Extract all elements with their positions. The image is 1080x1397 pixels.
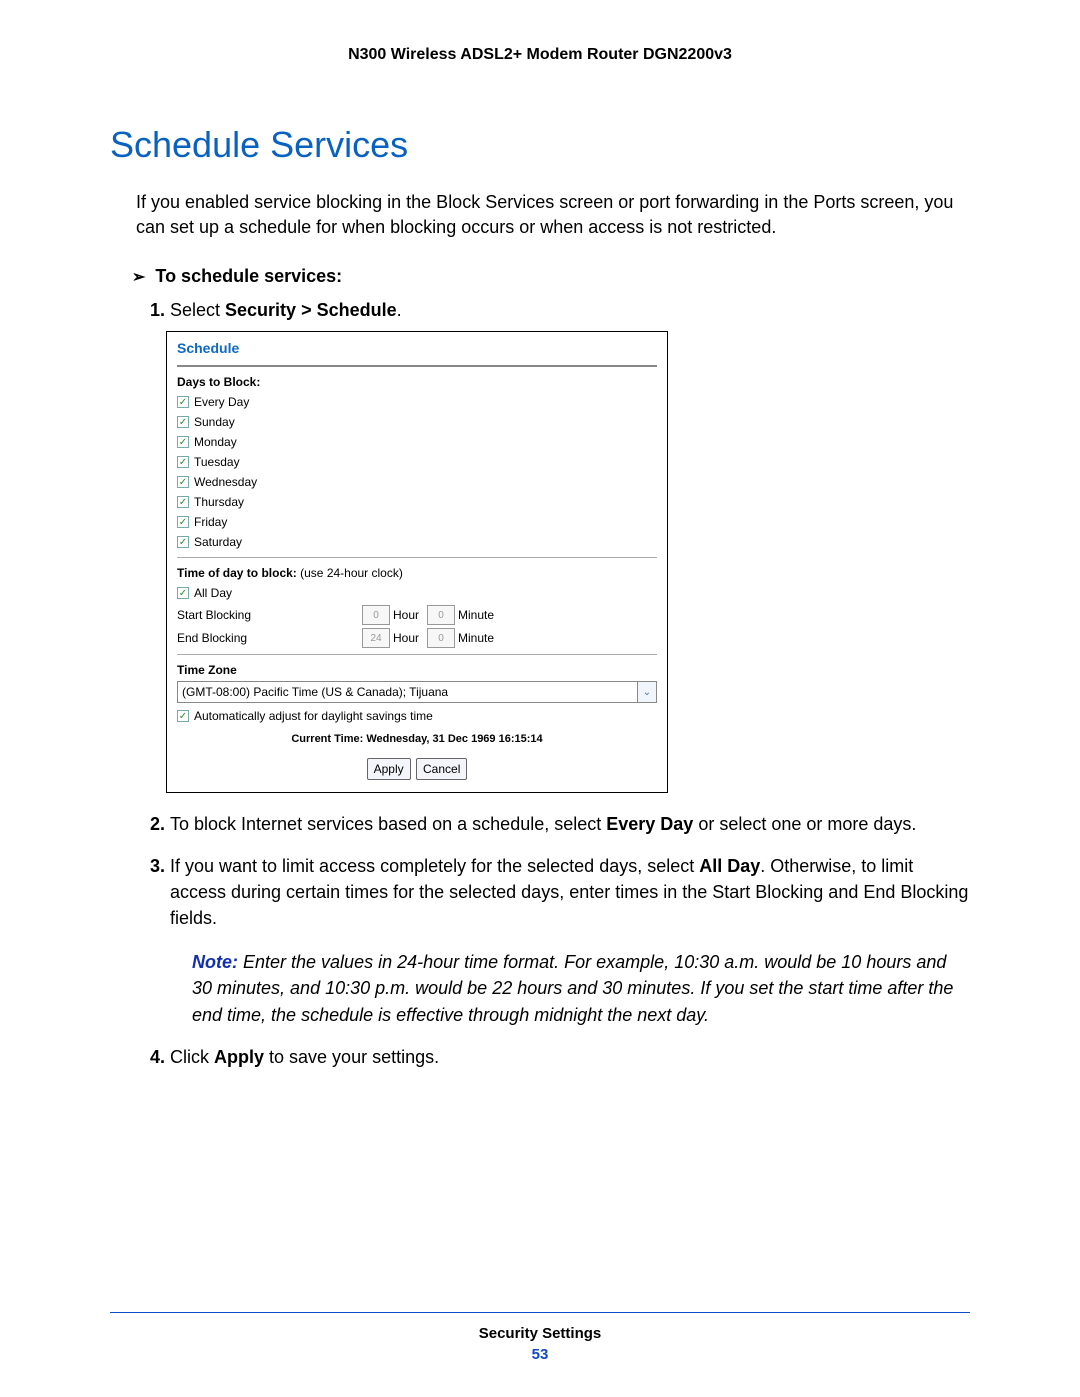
step-1-post: . — [397, 300, 402, 320]
checkbox-icon: ✓ — [177, 436, 189, 448]
step-3-bold: All Day — [699, 856, 760, 876]
chk-label: Wednesday — [194, 473, 257, 491]
apply-button[interactable]: Apply — [367, 758, 411, 780]
footer-page-number: 53 — [0, 1346, 1080, 1363]
chevron-down-icon: ⌄ — [637, 682, 656, 702]
checkbox-icon: ✓ — [177, 587, 189, 599]
start-blocking-label: Start Blocking — [177, 606, 362, 624]
chk-label: Sunday — [194, 413, 235, 431]
button-row: Apply Cancel — [177, 758, 657, 780]
divider — [177, 654, 657, 655]
chk-label: All Day — [194, 584, 232, 602]
checkbox-icon: ✓ — [177, 536, 189, 548]
step-1-pre: Select — [170, 300, 225, 320]
chk-saturday[interactable]: ✓ Saturday — [177, 533, 657, 551]
section-heading: Schedule Services — [110, 124, 970, 166]
step-1-bold: Security > Schedule — [225, 300, 397, 320]
time-zone-select[interactable]: (GMT-08:00) Pacific Time (US & Canada); … — [177, 681, 657, 703]
checkbox-icon: ✓ — [177, 476, 189, 488]
end-blocking-row: End Blocking Hour Minute — [177, 628, 657, 648]
divider — [177, 557, 657, 558]
chk-every-day[interactable]: ✓ Every Day — [177, 393, 657, 411]
checkbox-icon: ✓ — [177, 416, 189, 428]
min-unit: Minute — [458, 629, 494, 647]
time-of-day-label: Time of day to block: (use 24-hour clock… — [177, 564, 657, 582]
chk-tuesday[interactable]: ✓ Tuesday — [177, 453, 657, 471]
task-label: To schedule services: — [155, 266, 342, 287]
start-hour-input[interactable] — [362, 605, 390, 625]
note-label: Note: — [192, 952, 243, 972]
start-blocking-row: Start Blocking Hour Minute — [177, 605, 657, 625]
intro-paragraph: If you enabled service blocking in the B… — [136, 190, 970, 240]
time-label-bold: Time of day to block: — [177, 566, 300, 580]
hour-unit: Hour — [393, 629, 419, 647]
arrow-icon: ➢ — [132, 267, 145, 287]
chk-all-day[interactable]: ✓ All Day — [177, 584, 657, 602]
note-block: Note: Enter the values in 24-hour time f… — [192, 949, 970, 1027]
step-1: Select Security > Schedule. Schedule Day… — [170, 297, 970, 793]
time-label-hint: (use 24-hour clock) — [300, 566, 403, 580]
footer: Security Settings 53 — [0, 1312, 1080, 1363]
checkbox-icon: ✓ — [177, 516, 189, 528]
page-container: N300 Wireless ADSL2+ Modem Router DGN220… — [0, 0, 1080, 1397]
step-4: Click Apply to save your settings. — [170, 1044, 970, 1070]
min-unit: Minute — [458, 606, 494, 624]
chk-label: Every Day — [194, 393, 249, 411]
time-zone-value: (GMT-08:00) Pacific Time (US & Canada); … — [178, 683, 637, 701]
note-text: Enter the values in 24-hour time format.… — [192, 952, 953, 1024]
checkbox-icon: ✓ — [177, 710, 189, 722]
chk-label: Thursday — [194, 493, 244, 511]
document-header: N300 Wireless ADSL2+ Modem Router DGN220… — [110, 46, 970, 64]
end-blocking-label: End Blocking — [177, 629, 362, 647]
chk-dst[interactable]: ✓ Automatically adjust for daylight savin… — [177, 707, 657, 725]
step-2: To block Internet services based on a sc… — [170, 811, 970, 837]
footer-rule — [110, 1312, 970, 1313]
days-to-block-label: Days to Block: — [177, 373, 657, 391]
schedule-screenshot: Schedule Days to Block: ✓ Every Day ✓ Sund… — [166, 331, 668, 793]
panel-title: Schedule — [177, 338, 657, 367]
end-hour-input[interactable] — [362, 628, 390, 648]
chk-label: Saturday — [194, 533, 242, 551]
task-heading: ➢ To schedule services: — [132, 266, 970, 287]
chk-friday[interactable]: ✓ Friday — [177, 513, 657, 531]
step-4-post: to save your settings. — [264, 1047, 439, 1067]
hour-unit: Hour — [393, 606, 419, 624]
checkbox-icon: ✓ — [177, 396, 189, 408]
chk-label: Monday — [194, 433, 237, 451]
start-min-input[interactable] — [427, 605, 455, 625]
steps-list: Select Security > Schedule. Schedule Day… — [140, 297, 970, 1069]
chk-wednesday[interactable]: ✓ Wednesday — [177, 473, 657, 491]
chk-label: Automatically adjust for daylight saving… — [194, 707, 433, 725]
step-2-post: or select one or more days. — [693, 814, 916, 834]
checkbox-icon: ✓ — [177, 496, 189, 508]
chk-monday[interactable]: ✓ Monday — [177, 433, 657, 451]
step-2-bold: Every Day — [606, 814, 693, 834]
step-3-pre: If you want to limit access completely f… — [170, 856, 699, 876]
checkbox-icon: ✓ — [177, 456, 189, 468]
current-time-label: Current Time: Wednesday, 31 Dec 1969 16:… — [177, 731, 657, 748]
chk-thursday[interactable]: ✓ Thursday — [177, 493, 657, 511]
end-min-input[interactable] — [427, 628, 455, 648]
cancel-button[interactable]: Cancel — [416, 758, 467, 780]
chk-sunday[interactable]: ✓ Sunday — [177, 413, 657, 431]
chk-label: Tuesday — [194, 453, 240, 471]
footer-section-title: Security Settings — [0, 1325, 1080, 1342]
time-zone-label: Time Zone — [177, 661, 657, 679]
step-2-pre: To block Internet services based on a sc… — [170, 814, 606, 834]
chk-label: Friday — [194, 513, 227, 531]
step-4-pre: Click — [170, 1047, 214, 1067]
step-3: If you want to limit access completely f… — [170, 853, 970, 1028]
step-4-bold: Apply — [214, 1047, 264, 1067]
